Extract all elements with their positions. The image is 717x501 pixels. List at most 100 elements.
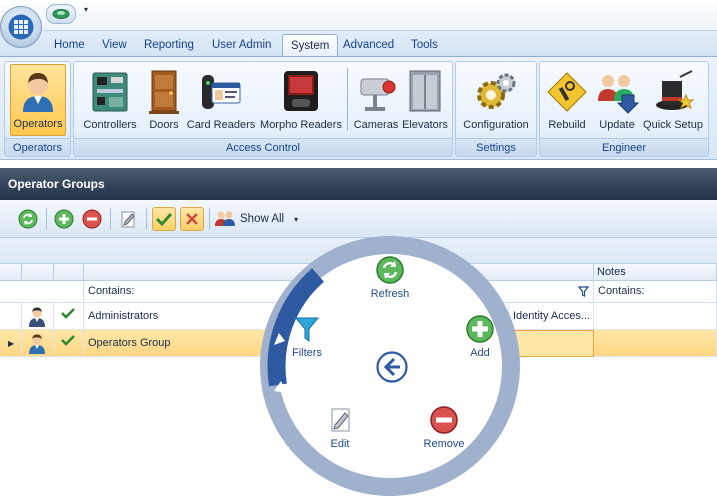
tab-system[interactable]: System	[282, 34, 339, 57]
icon-header	[22, 264, 54, 281]
edit-icon	[325, 405, 355, 435]
tab-reporting[interactable]: Reporting	[136, 34, 202, 57]
operator-person-icon	[23, 73, 53, 112]
card-reader-icon	[202, 75, 241, 109]
quick-access-dropdown-icon[interactable]: ▾	[84, 5, 88, 14]
add-button[interactable]	[52, 207, 76, 231]
controllers-label: Controllers	[83, 119, 137, 131]
notes-column-header[interactable]: Notes	[594, 264, 717, 281]
edit-button[interactable]	[116, 207, 140, 231]
cameras-button[interactable]: Cameras	[352, 64, 400, 136]
camera-icon	[360, 78, 396, 111]
name-filter-label: Contains:	[88, 285, 135, 297]
notes-filter-cell[interactable]: Contains:	[594, 281, 717, 303]
radial-refresh-label: Refresh	[370, 288, 410, 300]
group-label-engineer: Engineer	[540, 138, 708, 156]
tab-home[interactable]: Home	[46, 34, 93, 57]
doors-button[interactable]: Doors	[144, 64, 184, 136]
remove-icon	[82, 209, 102, 229]
save-button[interactable]	[152, 207, 176, 231]
cross-icon	[186, 213, 198, 225]
radial-add-label: Add	[470, 347, 490, 359]
rebuild-label: Rebuild	[548, 119, 586, 131]
operator-person-icon	[29, 334, 45, 354]
users-group-icon	[215, 211, 235, 226]
tab-advanced[interactable]: Advanced	[335, 34, 402, 57]
ribbon-separator	[347, 68, 348, 130]
update-label: Update	[599, 119, 635, 131]
configuration-button[interactable]: Configuration	[459, 64, 533, 136]
row-pointer-icon: ▶	[0, 330, 22, 357]
remove-button[interactable]	[80, 207, 104, 231]
status-header	[54, 264, 84, 281]
elevators-button[interactable]: Elevators	[400, 64, 450, 136]
title-bar: ▾	[0, 0, 717, 30]
gears-icon	[477, 73, 516, 109]
quick-setup-button[interactable]: Quick Setup	[641, 64, 705, 136]
doors-label: Doors	[149, 119, 179, 131]
quick-access-icon[interactable]	[46, 4, 76, 24]
app-window: ▾ Home View Reporting User Admin System …	[0, 0, 717, 501]
show-all-label: Show All	[240, 213, 285, 225]
radial-edit-button[interactable]: Edit	[305, 405, 375, 450]
operators-button[interactable]: Operators	[10, 64, 66, 136]
morpho-readers-button[interactable]: Morpho Readers	[258, 64, 344, 136]
radial-refresh-button[interactable]: Refresh	[355, 255, 425, 300]
application-menu-button[interactable]	[0, 6, 42, 48]
add-icon	[465, 314, 495, 344]
chevron-down-icon: ▾	[294, 214, 299, 224]
grid-toolbar: Show All ▾	[0, 200, 717, 238]
morpho-reader-icon	[284, 71, 318, 111]
row-notes-cell[interactable]	[594, 330, 717, 357]
add-icon	[54, 209, 74, 229]
radial-filters-label: Filters	[292, 347, 322, 359]
toolbar-separator	[146, 208, 147, 230]
ribbon: Operators Operators Controllers Doors Ca…	[0, 56, 717, 160]
group-label-operators: Operators	[5, 138, 70, 156]
radial-remove-button[interactable]: Remove	[409, 405, 479, 450]
group-access-control: Controllers Doors Card Readers Morpho Re…	[73, 61, 453, 157]
update-button[interactable]: Update	[593, 64, 641, 136]
filter-icon[interactable]	[578, 286, 589, 297]
configuration-label: Configuration	[463, 119, 529, 131]
refresh-button[interactable]	[16, 207, 40, 231]
cameras-label: Cameras	[353, 119, 399, 131]
row-indicator	[0, 303, 22, 330]
magic-hat-icon	[656, 70, 695, 110]
ribbon-tab-bar: Home View Reporting User Admin System Ad…	[0, 30, 717, 57]
tab-tools[interactable]: Tools	[403, 34, 446, 57]
tab-view[interactable]: View	[94, 34, 135, 57]
group-settings: Configuration Settings	[455, 61, 537, 157]
radial-filters-button[interactable]: Filters	[272, 314, 342, 359]
quick-setup-label: Quick Setup	[643, 119, 703, 131]
row-description-cell[interactable]	[509, 330, 594, 357]
card-readers-label: Card Readers	[186, 119, 256, 131]
back-arrow-icon	[376, 351, 408, 383]
row-icon-cell	[22, 303, 54, 330]
row-notes-cell[interactable]	[594, 303, 717, 330]
row-status-cell	[54, 303, 84, 330]
controller-board-icon	[92, 72, 128, 112]
controllers-button[interactable]: Controllers	[78, 64, 142, 136]
radial-add-button[interactable]: Add	[445, 314, 515, 359]
radial-edit-label: Edit	[330, 438, 350, 450]
card-readers-button[interactable]: Card Readers	[186, 64, 256, 136]
refresh-icon	[18, 209, 38, 229]
app-grid-icon	[8, 14, 34, 40]
show-all-dropdown[interactable]: Show All ▾	[214, 207, 298, 231]
rebuild-button[interactable]: Rebuild	[543, 64, 591, 136]
row-description-cell[interactable]: Identity Acces...	[509, 303, 594, 330]
radial-context-menu: Refresh Add Remove Edit Filters	[259, 235, 521, 497]
indicator-header	[0, 264, 22, 281]
update-users-icon	[598, 75, 640, 114]
toolbar-separator	[110, 208, 111, 230]
group-label-access-control: Access Control	[74, 138, 452, 156]
active-check-icon	[61, 308, 75, 319]
tab-user-admin[interactable]: User Admin	[204, 34, 279, 57]
door-icon	[149, 70, 179, 114]
cancel-button[interactable]	[180, 207, 204, 231]
toolbar-separator	[46, 208, 47, 230]
elevators-label: Elevators	[402, 119, 448, 131]
radial-back-button[interactable]	[376, 351, 408, 383]
rebuild-warning-icon	[547, 72, 587, 112]
